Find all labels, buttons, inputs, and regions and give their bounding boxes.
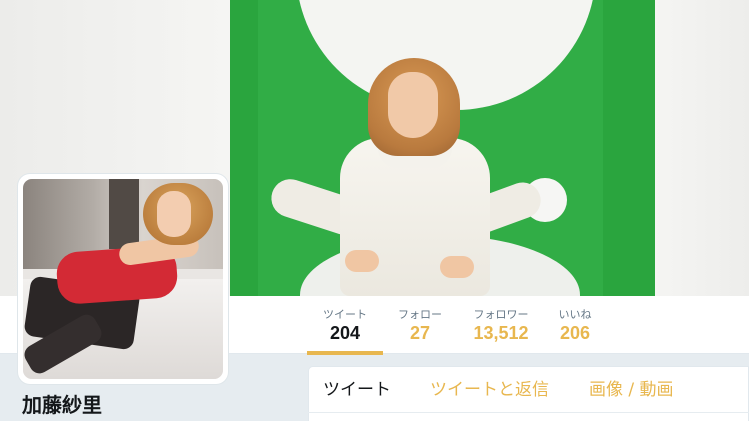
nav-tweets-label: ツイート bbox=[323, 308, 367, 321]
nav-following[interactable]: フォロー 27 bbox=[392, 308, 448, 352]
nav-tweets-count: 204 bbox=[329, 323, 361, 343]
nav-followers[interactable]: フォロワー 13,512 bbox=[466, 308, 536, 352]
nav-following-label: フォロー bbox=[398, 308, 442, 321]
nav-tweets[interactable]: ツイート 204 bbox=[317, 308, 373, 352]
banner-person-face bbox=[388, 72, 438, 138]
nav-followers-label: フォロワー bbox=[473, 308, 529, 321]
tab-tweets[interactable]: ツイート bbox=[323, 378, 391, 402]
profile-display-name[interactable]: 加藤紗里 bbox=[22, 392, 102, 418]
nav-active-underline bbox=[307, 351, 383, 355]
avatar-photo-face bbox=[157, 191, 191, 237]
profile-avatar[interactable] bbox=[18, 174, 228, 384]
banner-person-hand-left bbox=[345, 250, 379, 272]
banner-person-hand-right bbox=[440, 256, 474, 278]
nav-likes-label: いいね bbox=[558, 308, 592, 321]
nav-followers-count: 13,512 bbox=[473, 323, 529, 343]
profile-page: ツイート 204 フォロー 27 フォロワー 13,512 いいね 206 加藤… bbox=[0, 0, 749, 421]
tab-tweets-and-replies[interactable]: ツイートと返信 bbox=[430, 378, 549, 402]
nav-following-count: 27 bbox=[409, 323, 431, 343]
nav-likes-count: 206 bbox=[559, 323, 591, 343]
avatar-photo-window bbox=[109, 179, 139, 249]
timeline-tabs-divider bbox=[308, 412, 749, 413]
tab-media[interactable]: 画像 / 動画 bbox=[589, 378, 674, 402]
nav-likes[interactable]: いいね 206 bbox=[552, 308, 598, 352]
avatar-photo bbox=[23, 179, 223, 379]
